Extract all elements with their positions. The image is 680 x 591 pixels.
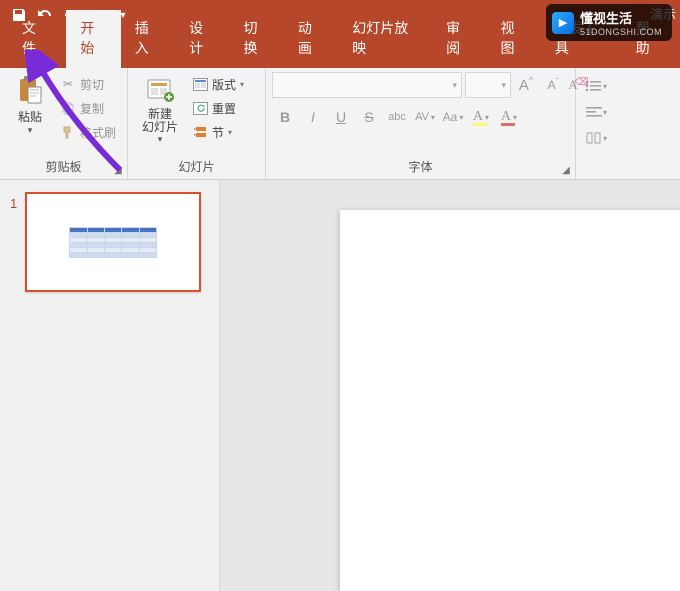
font-launcher[interactable]: ◢	[559, 163, 573, 177]
font-color-button[interactable]: A ▾	[496, 104, 522, 130]
clipboard-launcher[interactable]: ◢	[111, 163, 125, 177]
group-label-font: 字体	[272, 156, 569, 177]
thumbnail-preview[interactable]	[25, 192, 201, 292]
ribbon: 粘贴 ▾ ✂ 剪切 复制 格式刷	[0, 68, 680, 180]
text-shadow-button[interactable]: abc	[384, 104, 410, 130]
bold-button[interactable]: B	[272, 104, 298, 130]
copy-label: 复制	[80, 100, 104, 117]
tab-insert[interactable]: 插入	[121, 10, 175, 68]
thumbnail-panel[interactable]: 1	[0, 180, 220, 591]
tab-file[interactable]: 文件	[4, 10, 66, 68]
new-slide-icon	[144, 74, 176, 106]
chevron-down-icon: ▾	[158, 134, 163, 145]
section-icon	[192, 124, 208, 140]
decrease-font-button[interactable]: Aˇ	[541, 72, 565, 98]
watermark-badge: ▶ 懂视生活 51DONGSHI.COM	[546, 4, 672, 41]
slide-canvas[interactable]	[340, 210, 680, 591]
tab-design[interactable]: 设计	[175, 10, 229, 68]
watermark-brand: 懂视生活	[580, 11, 632, 26]
tab-review[interactable]: 审阅	[432, 10, 486, 68]
new-slide-button[interactable]: 新建 幻灯片 ▾	[134, 72, 186, 147]
tab-transitions[interactable]: 切换	[230, 10, 284, 68]
copy-button[interactable]: 复制	[56, 96, 120, 120]
columns-button[interactable]: ▾	[582, 126, 610, 150]
play-icon: ▶	[552, 12, 574, 34]
scissors-icon: ✂	[60, 76, 76, 92]
font-size-combo[interactable]: ▾	[465, 72, 511, 98]
tab-animations[interactable]: 动画	[284, 10, 338, 68]
thumbnail-number: 1	[10, 192, 17, 292]
align-button[interactable]: ▾	[582, 100, 610, 124]
reset-button[interactable]: 重置	[188, 96, 248, 120]
paste-label: 粘贴	[18, 108, 42, 125]
group-label-clipboard: 剪贴板	[6, 156, 121, 177]
italic-button[interactable]: I	[300, 104, 326, 130]
group-paragraph: ▾ ▾ ▾	[576, 68, 616, 179]
reset-icon	[192, 100, 208, 116]
paste-button[interactable]: 粘贴 ▾	[6, 72, 54, 138]
tab-slideshow[interactable]: 幻灯片放映	[338, 10, 432, 68]
group-slides: 新建 幻灯片 ▾ 版式 ▾ 重置	[128, 68, 266, 179]
slide-editor[interactable]	[220, 180, 680, 591]
new-slide-label: 新建 幻灯片	[142, 108, 178, 134]
brush-icon	[60, 124, 76, 140]
chevron-down-icon: ▾	[452, 80, 457, 91]
chevron-down-icon: ▾	[501, 80, 506, 91]
cut-button[interactable]: ✂ 剪切	[56, 72, 120, 96]
copy-icon	[60, 100, 76, 116]
layout-icon	[192, 76, 208, 92]
watermark-domain: 51DONGSHI.COM	[580, 27, 662, 37]
bullets-button[interactable]: ▾	[582, 74, 610, 98]
underline-button[interactable]: U	[328, 104, 354, 130]
section-label: 节	[212, 124, 224, 141]
layout-button[interactable]: 版式 ▾	[188, 72, 248, 96]
group-font: ▾ ▾ A^ Aˇ A⌫ B I U S abc AV▾ Aa▾	[266, 68, 576, 179]
tab-view[interactable]: 视图	[487, 10, 541, 68]
layout-label: 版式	[212, 76, 236, 93]
char-spacing-button[interactable]: AV▾	[412, 104, 438, 130]
format-painter-label: 格式刷	[80, 124, 116, 141]
tab-home[interactable]: 开始	[66, 10, 120, 68]
group-label-slides: 幻灯片	[134, 156, 259, 177]
increase-font-button[interactable]: A^	[514, 72, 538, 98]
change-case-button[interactable]: Aa▾	[440, 104, 466, 130]
workspace: 1	[0, 180, 680, 591]
cut-label: 剪切	[80, 76, 104, 93]
font-name-combo[interactable]: ▾	[272, 72, 462, 98]
highlight-color-button[interactable]: A ▾	[468, 104, 494, 130]
reset-label: 重置	[212, 100, 236, 117]
format-painter-button[interactable]: 格式刷	[56, 120, 120, 144]
thumbnail-item[interactable]: 1	[10, 192, 209, 292]
paste-icon	[14, 74, 46, 106]
chevron-down-icon: ▾	[28, 125, 33, 136]
strikethrough-button[interactable]: S	[356, 104, 382, 130]
group-clipboard: 粘贴 ▾ ✂ 剪切 复制 格式刷	[0, 68, 128, 179]
thumbnail-table-graphic	[69, 227, 157, 258]
section-button[interactable]: 节 ▾	[188, 120, 248, 144]
